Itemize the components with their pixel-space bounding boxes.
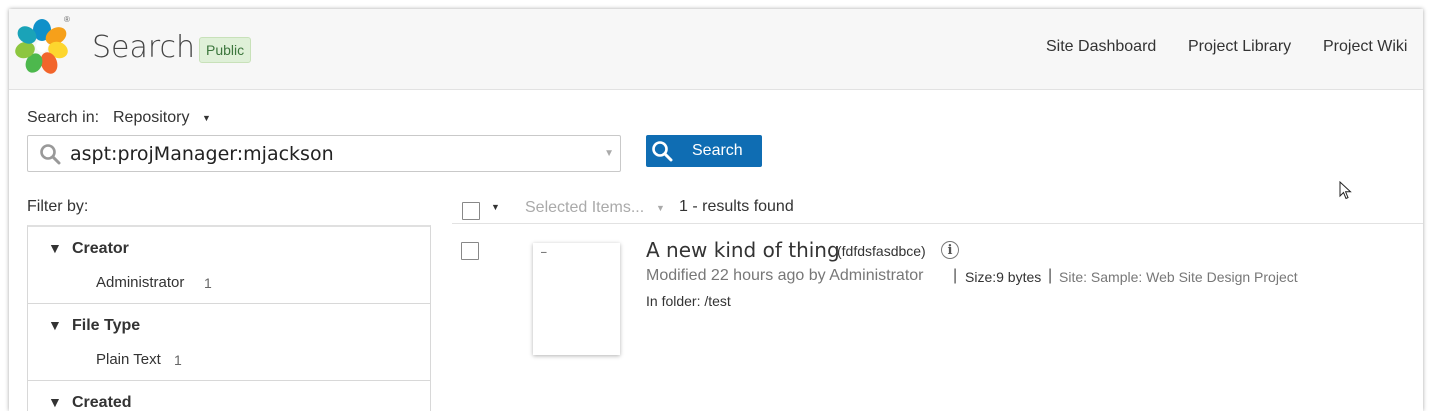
nav-site-dashboard[interactable]: Site Dashboard bbox=[1046, 38, 1156, 56]
facet-value-plain-text[interactable]: Plain Text bbox=[96, 351, 161, 368]
site-header: ® Search Public Site Dashboard Project L… bbox=[9, 9, 1423, 90]
facet-value-administrator[interactable]: Administrator bbox=[96, 274, 184, 291]
facet-title[interactable]: Creator bbox=[72, 240, 129, 258]
collapse-triangle-icon[interactable]: ▼ bbox=[48, 317, 62, 333]
divider bbox=[28, 303, 430, 304]
registered-mark: ® bbox=[64, 15, 70, 24]
mouse-cursor-icon bbox=[1339, 181, 1352, 200]
app-window: ® Search Public Site Dashboard Project L… bbox=[9, 9, 1423, 411]
result-file-name: (fdfdsfasdbce) bbox=[837, 243, 926, 259]
divider bbox=[28, 380, 430, 381]
page-title: Search bbox=[92, 30, 196, 65]
chevron-down-icon: ▼ bbox=[656, 203, 665, 213]
alfresco-logo-icon[interactable] bbox=[13, 17, 71, 75]
chevron-down-icon[interactable]: ▼ bbox=[604, 148, 614, 159]
search-button-label: Search bbox=[692, 142, 743, 159]
facet-count: 1 bbox=[204, 275, 212, 291]
result-checkbox[interactable] bbox=[461, 242, 479, 260]
results-count: 1 - results found bbox=[679, 198, 794, 215]
info-icon[interactable]: i bbox=[941, 241, 959, 259]
search-scope-label: Search in: bbox=[27, 109, 100, 126]
search-query-text[interactable]: aspt:projManager:mjackson bbox=[70, 143, 334, 165]
meta-separator: | bbox=[1048, 267, 1053, 284]
search-button[interactable]: Search bbox=[646, 135, 762, 167]
facet-count: 1 bbox=[174, 352, 182, 368]
dropdown-caret-icon[interactable]: ▼ bbox=[202, 113, 211, 123]
search-icon bbox=[652, 141, 673, 162]
result-title-link[interactable]: A new kind of thing bbox=[646, 238, 840, 262]
collapse-triangle-icon[interactable]: ▼ bbox=[48, 240, 62, 256]
filter-by-label: Filter by: bbox=[27, 198, 89, 215]
meta-separator: | bbox=[953, 267, 958, 284]
results-toolbar: ▼ Selected Items... ▼ 1 - results found bbox=[452, 196, 1423, 224]
result-site[interactable]: Site: Sample: Web Site Design Project bbox=[1059, 269, 1298, 285]
search-input[interactable]: aspt:projManager:mjackson ▼ bbox=[27, 135, 621, 172]
nav-project-wiki[interactable]: Project Wiki bbox=[1323, 38, 1407, 56]
select-all-checkbox[interactable] bbox=[462, 202, 480, 220]
search-scope-dropdown[interactable]: Repository bbox=[113, 109, 189, 127]
result-folder[interactable]: In folder: /test bbox=[646, 293, 731, 309]
visibility-badge: Public bbox=[199, 37, 252, 63]
result-thumbnail[interactable]: – bbox=[533, 243, 620, 355]
nav-project-library[interactable]: Project Library bbox=[1188, 38, 1291, 56]
collapse-triangle-icon[interactable]: ▼ bbox=[48, 394, 62, 410]
facet-title[interactable]: Created bbox=[72, 394, 132, 411]
dropdown-caret-icon[interactable]: ▼ bbox=[491, 202, 500, 212]
result-modified: Modified 22 hours ago by Administrator bbox=[646, 267, 924, 284]
selected-items-menu[interactable]: Selected Items... bbox=[525, 199, 644, 217]
facet-title[interactable]: File Type bbox=[72, 317, 140, 335]
result-size: Size:9 bytes bbox=[965, 269, 1042, 285]
search-icon bbox=[40, 144, 61, 165]
thumbnail-text: – bbox=[541, 247, 547, 258]
filter-panel: ▼ Creator Administrator 1 ▼ File Type Pl… bbox=[27, 225, 431, 411]
